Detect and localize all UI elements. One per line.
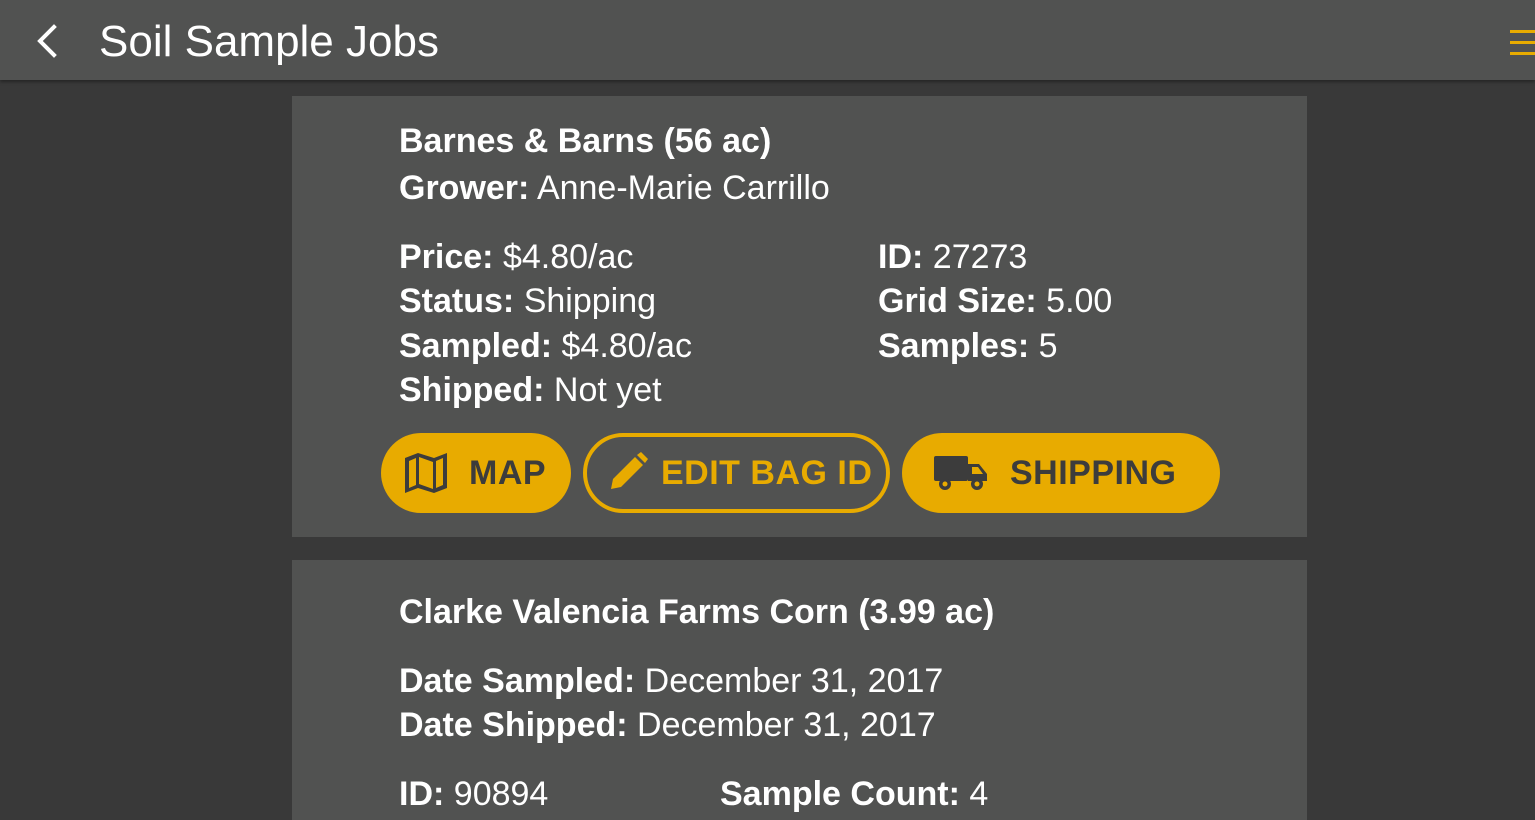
sample-count-row: Sample Count: 4 [720,772,988,816]
page-title: Soil Sample Jobs [99,17,439,66]
grid-size-label: Grid Size: [878,282,1037,320]
price-row: Price: $4.80/ac [399,235,633,279]
grid-size-value: 5.00 [1046,282,1113,320]
grower-value: Anne-Marie Carrillo [536,169,830,207]
app-bar: Soil Sample Jobs [0,0,1535,80]
map-icon [403,452,449,494]
grid-size-row: Grid Size: 5.00 [878,279,1112,323]
sample-count-value: 4 [969,775,989,813]
date-sampled-label: Date Sampled: [399,662,636,700]
id-label: ID: [399,775,445,813]
pencil-icon [605,451,649,495]
status-label: Status: [399,282,515,320]
job-title: Barnes & Barns (56 ac) [399,119,771,163]
truck-icon [932,453,990,493]
map-button[interactable]: MAP [381,433,571,513]
price-value: $4.80/ac [502,238,634,276]
sampled-row: Sampled: $4.80/ac [399,324,692,368]
grower-label: Grower: [399,169,530,207]
samples-row: Samples: 5 [878,324,1058,368]
sampled-value: $4.80/ac [561,327,692,365]
date-shipped-value: December 31, 2017 [637,706,936,744]
job-card[interactable]: Barnes & Barns (56 ac) Grower: Anne-Mari… [292,96,1307,537]
date-shipped-row: Date Shipped: December 31, 2017 [399,703,936,747]
id-value: 27273 [932,238,1028,276]
shipping-button[interactable]: SHIPPING [902,433,1220,513]
samples-label: Samples: [878,327,1030,365]
job-title-text: Clarke Valencia Farms Corn (3.99 ac) [399,593,995,631]
hamburger-menu-icon[interactable] [1510,26,1535,58]
job-card[interactable]: Clarke Valencia Farms Corn (3.99 ac) Dat… [292,560,1307,820]
status-row: Status: Shipping [399,279,656,323]
id-value: 90894 [453,775,549,813]
date-sampled-row: Date Sampled: December 31, 2017 [399,659,943,703]
id-label: ID: [878,238,924,276]
edit-bag-id-button[interactable]: EDIT BAG ID [583,433,890,513]
status-value: Shipping [523,282,657,320]
price-label: Price: [399,238,494,276]
shipped-row: Shipped: Not yet [399,368,662,412]
sampled-label: Sampled: [399,327,553,365]
samples-value: 5 [1038,327,1058,365]
date-shipped-label: Date Shipped: [399,706,628,744]
date-sampled-value: December 31, 2017 [644,662,944,700]
id-row: ID: 27273 [878,235,1027,279]
shipping-button-label: SHIPPING [1010,453,1177,492]
job-title-text: Barnes & Barns (56 ac) [399,122,772,160]
back-button[interactable] [22,16,72,66]
grower-row: Grower: Anne-Marie Carrillo [399,166,830,210]
map-button-label: MAP [469,453,547,492]
id-row: ID: 90894 [399,772,548,816]
edit-bag-id-label: EDIT BAG ID [661,453,873,492]
job-title: Clarke Valencia Farms Corn (3.99 ac) [399,590,994,634]
sample-count-label: Sample Count: [720,775,960,813]
shipped-label: Shipped: [399,371,545,409]
chevron-left-icon [37,24,57,58]
shipped-value: Not yet [553,371,662,409]
